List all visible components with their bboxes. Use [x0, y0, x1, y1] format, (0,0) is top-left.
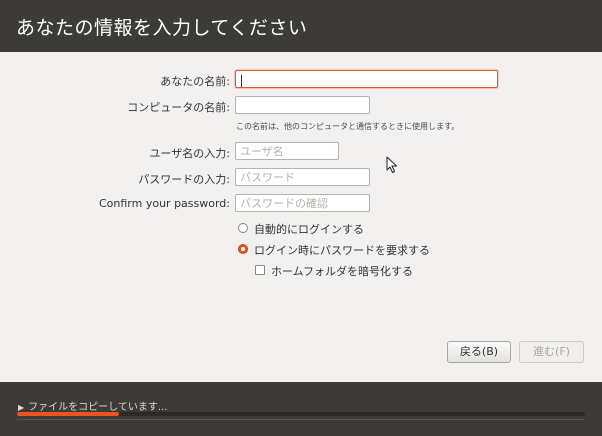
your-name-input[interactable] [235, 70, 498, 88]
header-bar: あなたの情報を入力してください [0, 0, 602, 52]
encrypt-home-label[interactable]: ホームフォルダを暗号化する [271, 263, 413, 279]
password-label: パスワードの入力: [138, 173, 230, 186]
footer-divider [17, 419, 585, 420]
require-password-radio[interactable] [238, 244, 248, 254]
username-input[interactable] [235, 142, 339, 160]
computer-name-hint: この名前は、他のコンピュータと通信するときに使用します。 [236, 122, 460, 131]
back-button[interactable]: 戻る(B) [447, 341, 511, 363]
confirm-password-label: Confirm your password: [98, 197, 230, 210]
progress-bar [17, 412, 585, 416]
require-password-label[interactable]: ログイン時にパスワードを要求する [254, 242, 430, 258]
triangle-right-icon[interactable]: ▶ [18, 403, 24, 412]
computer-name-label: コンピュータの名前: [127, 101, 230, 114]
confirm-password-input[interactable] [235, 194, 370, 212]
copy-status[interactable]: ▶ ファイルをコピーしています... [18, 398, 167, 413]
installer-window: あなたの情報を入力してください あなたの名前: コンピュータの名前: この名前は… [0, 0, 602, 436]
footer-bar: ▶ ファイルをコピーしています... [0, 382, 602, 436]
form-panel: あなたの名前: コンピュータの名前: この名前は、他のコンピュータと通信するとき… [0, 52, 602, 382]
auto-login-label[interactable]: 自動的にログインする [254, 221, 364, 237]
your-name-label: あなたの名前: [160, 75, 230, 88]
auto-login-radio[interactable] [238, 223, 248, 233]
computer-name-input[interactable] [235, 96, 370, 114]
forward-button[interactable]: 進む(F) [519, 341, 584, 363]
progress-fill [17, 412, 120, 416]
page-title: あなたの情報を入力してください [16, 17, 308, 39]
password-input[interactable] [235, 168, 370, 186]
mouse-pointer-icon [386, 156, 397, 173]
encrypt-home-checkbox[interactable] [255, 265, 265, 275]
username-label: ユーザ名の入力: [149, 147, 231, 160]
text-caret [241, 75, 242, 87]
